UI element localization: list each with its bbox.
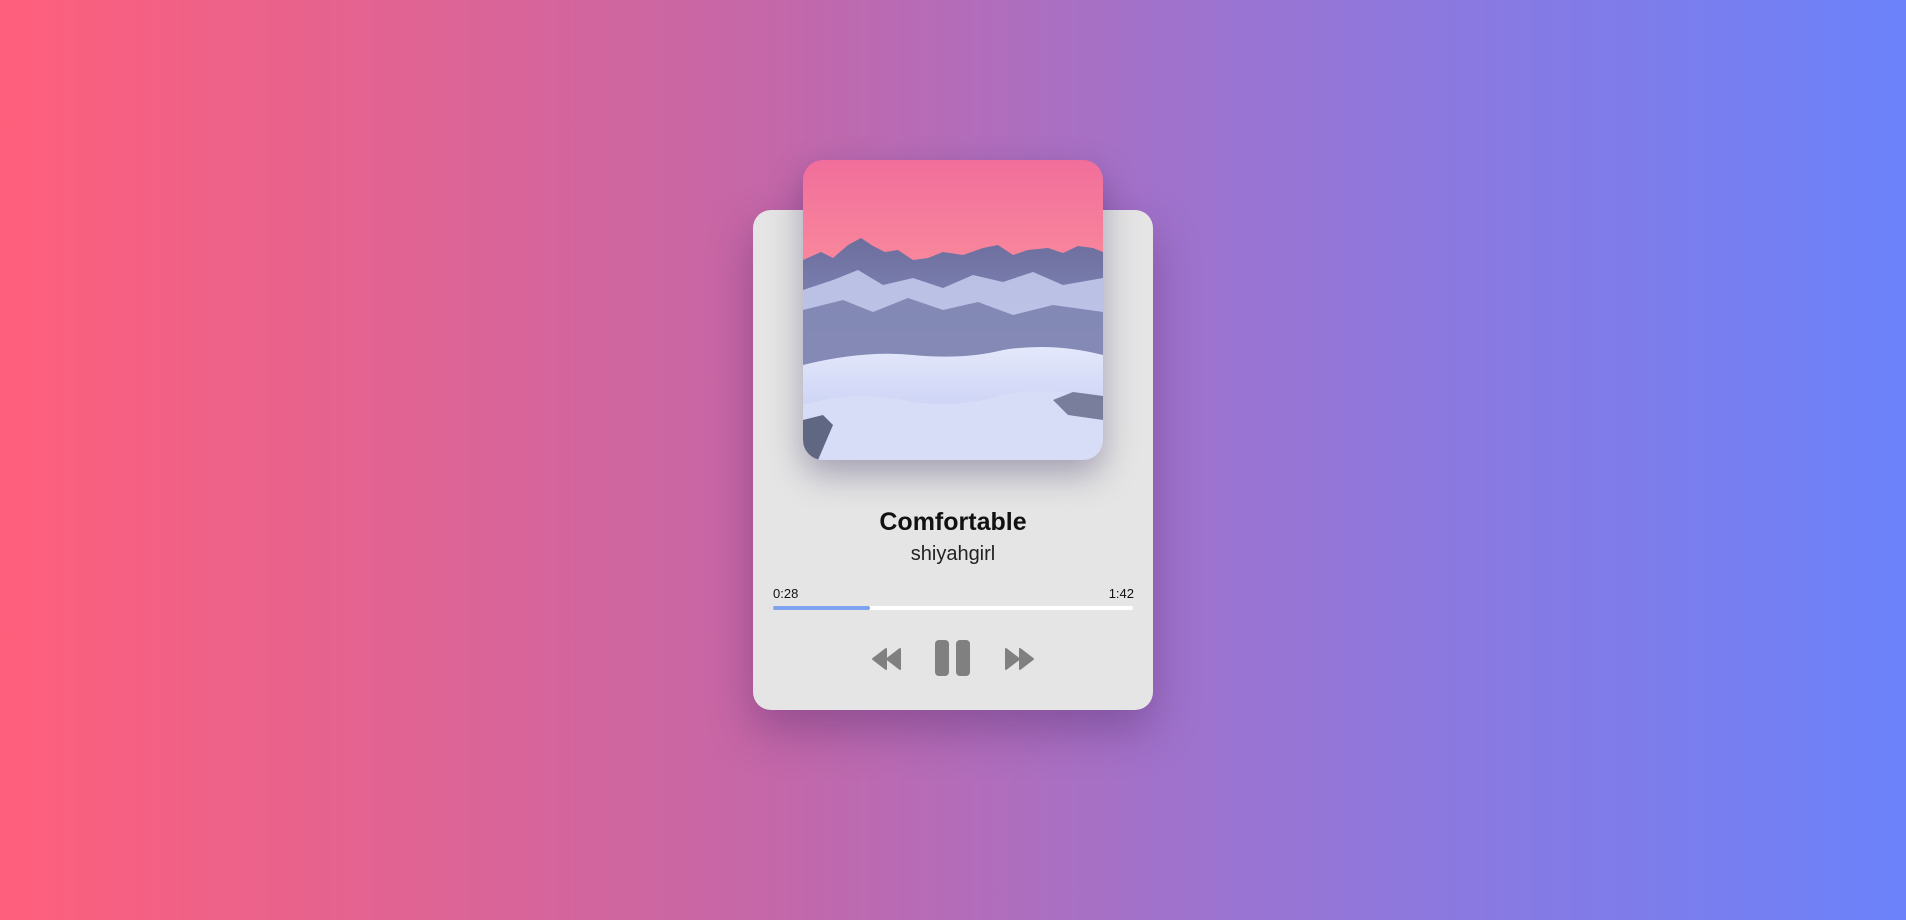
fast-forward-button[interactable] — [1003, 647, 1035, 671]
fast-forward-icon — [1005, 648, 1034, 670]
progress-bar[interactable] — [773, 606, 1133, 610]
rewind-button[interactable] — [871, 647, 903, 671]
mountain-landscape-image — [803, 160, 1103, 460]
song-title: Comfortable — [879, 508, 1027, 536]
current-time: 0:28 — [773, 586, 799, 601]
album-cover — [803, 160, 1103, 460]
progress-fill — [773, 606, 871, 610]
artist-name: shiyahgirl — [910, 543, 996, 565]
rewind-icon — [872, 648, 901, 670]
pause-button[interactable] — [935, 640, 971, 676]
duration-time: 1:42 — [1108, 586, 1134, 601]
pause-icon — [935, 640, 970, 676]
